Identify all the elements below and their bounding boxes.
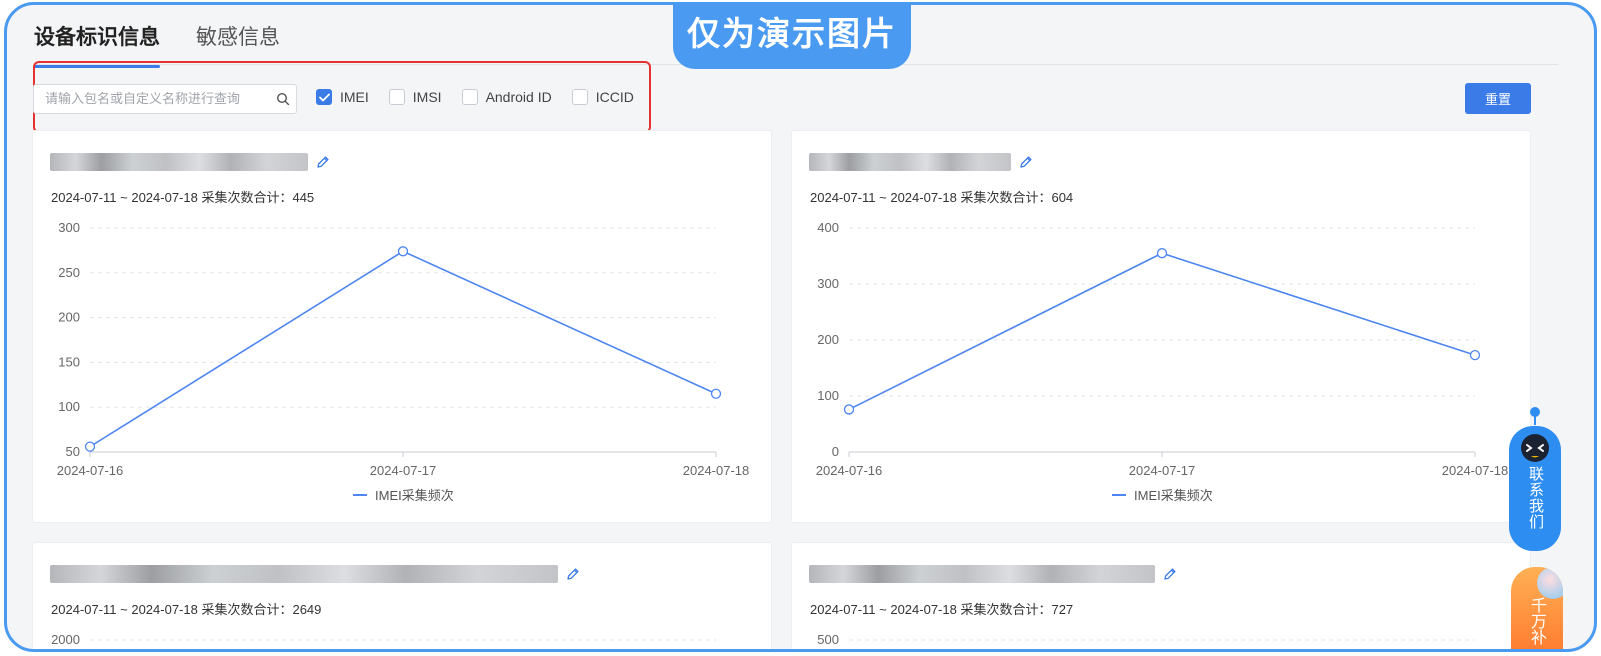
app-card: 2024-07-11 ~ 2024-07-18 采集次数合计：2649 2000 [32,542,772,649]
checkbox-label: IMSI [412,89,442,105]
checkbox-iccid[interactable]: ICCID [571,89,634,105]
search-icon[interactable] [270,92,296,106]
reset-button[interactable]: 重置 [1465,83,1531,114]
promo-button[interactable]: 千万补 [1511,567,1563,649]
x-tick-label: 2024-07-18 [1442,463,1509,478]
data-point [843,404,855,415]
y-tick-label: 300 [817,276,839,291]
checkbox-label: IMEI [340,89,369,105]
demo-watermark-badge: 仅为演示图片 [673,5,911,69]
checkbox-label: Android ID [485,89,552,105]
card-summary: 2024-07-11 ~ 2024-07-18 采集次数合计：2649 [51,602,322,617]
contact-us-button[interactable]: 联系我们 [1509,426,1561,551]
redacted-app-name [50,565,558,583]
edit-icon[interactable] [1017,153,1035,171]
card-summary: 2024-07-11 ~ 2024-07-18 采集次数合计：727 [810,602,1074,617]
card-title-row [50,153,332,171]
checkbox-empty-icon[interactable] [461,89,478,105]
data-point [397,246,409,257]
tab-sensitive-info[interactable]: 敏感信息 [196,17,280,63]
checkbox-label: ICCID [595,89,634,105]
checkbox-imei[interactable]: IMEI [316,89,369,105]
data-point [1469,349,1481,361]
line-chart: 500 [817,632,1475,647]
x-tick-label: 2024-07-16 [57,463,124,478]
y-tick-label: 300 [58,220,80,235]
x-tick-label: 2024-07-17 [370,463,437,478]
legend-label: IMEI采集频次 [1134,488,1213,503]
x-tick-label: 2024-07-16 [816,463,883,478]
data-point [1156,248,1168,259]
data-point [84,441,96,452]
edit-icon[interactable] [564,565,582,583]
y-tick-label: 200 [817,332,839,347]
series-line [848,252,1476,411]
y-tick-label: 150 [58,354,80,369]
checkbox-empty-icon[interactable] [388,89,405,105]
y-tick-label: 500 [817,632,839,647]
checkbox-imsi[interactable]: IMSI [388,89,442,105]
card-title-row [809,153,1035,171]
card-title-row [50,565,582,583]
line-chart: 50 100 150 200 250 300 2024-07-16 2024-07-17 202… [57,220,750,503]
redacted-app-name [809,153,1011,171]
card-title-row [809,565,1179,583]
y-tick-label: 400 [817,220,839,235]
promo-label: 千万补 [1528,597,1547,645]
y-tick-label: 50 [66,444,80,459]
app-card: 2024-07-11 ~ 2024-07-18 采集次数合计：445 50 100… [32,130,772,523]
redacted-app-name [50,153,308,171]
identifier-filter-group: IMEI IMSI Android ID ICCID [316,89,654,105]
contact-antenna-dot [1530,407,1540,417]
y-tick-label: 200 [58,310,80,325]
app-card: 2024-07-11 ~ 2024-07-18 采集次数合计：727 500 [791,542,1531,649]
x-tick-label: 2024-07-17 [1129,463,1196,478]
line-chart: 0 100 200 300 400 2024-07-16 2024-07-17 2024-07… [816,220,1509,503]
edit-icon[interactable] [314,153,332,171]
tab-device-identifiers[interactable]: 设备标识信息 [34,17,160,68]
checkbox-checked-icon[interactable] [316,89,332,105]
search-box [33,84,297,114]
line-chart: 2000 [51,632,716,647]
card-summary: 2024-07-11 ~ 2024-07-18 采集次数合计：445 [51,190,315,205]
card-summary: 2024-07-11 ~ 2024-07-18 采集次数合计：604 [810,190,1074,205]
y-tick-label: 100 [817,388,839,403]
y-tick-label: 0 [832,444,839,459]
tab-bar: 设备标识信息 敏感信息 [34,17,280,68]
x-tick-label: 2024-07-18 [683,463,750,478]
promo-orb-icon [1537,567,1563,599]
app-card: 2024-07-11 ~ 2024-07-18 采集次数合计：604 0 100 2… [791,130,1531,523]
y-tick-label: 250 [58,265,80,280]
y-tick-label: 100 [58,399,80,414]
checkbox-empty-icon[interactable] [571,89,588,105]
legend-label: IMEI采集频次 [375,488,454,503]
search-input[interactable] [34,91,270,107]
edit-icon[interactable] [1161,565,1179,583]
robot-icon [1521,434,1549,462]
series-line [89,250,717,448]
redacted-app-name [809,565,1155,583]
data-point [710,388,722,399]
checkbox-android-id[interactable]: Android ID [461,89,552,105]
contact-us-label: 联系我们 [1527,466,1545,530]
app-frame: 设备标识信息 敏感信息 仅为演示图片 IMEI IMSI Android ID … [4,2,1597,652]
y-tick-label: 2000 [51,632,80,647]
